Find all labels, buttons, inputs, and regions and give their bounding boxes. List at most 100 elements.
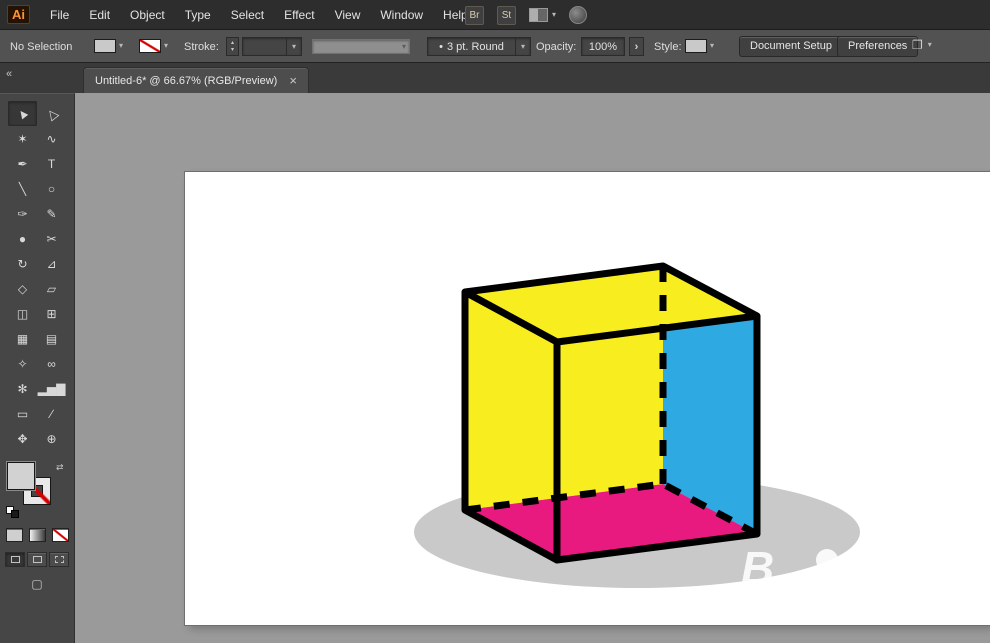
menu-file[interactable]: File bbox=[40, 0, 79, 30]
stroke-weight-dropdown[interactable]: ▾ bbox=[242, 37, 302, 56]
collapse-panel-icon[interactable]: « bbox=[6, 68, 12, 80]
stroke-label: Stroke: bbox=[184, 41, 219, 53]
paintbrush-tool[interactable]: ✑ bbox=[8, 201, 37, 226]
opacity-label: Opacity: bbox=[536, 41, 577, 53]
screen-mode-button[interactable]: ▢ bbox=[24, 576, 50, 592]
free-transform-tool[interactable]: ▱ bbox=[37, 276, 66, 301]
preferences-button[interactable]: Preferences bbox=[837, 36, 919, 57]
shape-builder-tool[interactable]: ◫ bbox=[8, 301, 37, 326]
lasso-tool[interactable]: ∿ bbox=[37, 126, 66, 151]
menu-view[interactable]: View bbox=[325, 0, 371, 30]
swap-fill-stroke-icon[interactable]: ⇄ bbox=[56, 462, 64, 473]
opacity-flyout-button[interactable]: › bbox=[629, 37, 644, 56]
default-fill-stroke-icon[interactable] bbox=[6, 506, 22, 520]
stepper-up-icon[interactable]: ▴ bbox=[231, 40, 234, 47]
rotate-tool[interactable]: ↻ bbox=[8, 251, 37, 276]
style-control[interactable]: ▾ bbox=[685, 39, 714, 53]
perspective-grid-tool[interactable]: ⊞ bbox=[37, 301, 66, 326]
chevron-down-icon[interactable]: ▾ bbox=[164, 42, 168, 50]
ellipse-tool[interactable]: ○ bbox=[37, 176, 66, 201]
stepper-down-icon[interactable]: ▾ bbox=[231, 47, 234, 54]
menu-select[interactable]: Select bbox=[221, 0, 274, 30]
menu-object[interactable]: Object bbox=[120, 0, 175, 30]
none-slash-icon bbox=[140, 40, 160, 52]
slice-tool[interactable]: ∕ bbox=[37, 401, 66, 426]
gradient-tool[interactable]: ▤ bbox=[37, 326, 66, 351]
mesh-tool[interactable]: ▦ bbox=[8, 326, 37, 351]
symbol-sprayer-tool-icon: ✻ bbox=[17, 381, 28, 396]
menu-window[interactable]: Window bbox=[370, 0, 433, 30]
opacity-field[interactable]: 100% bbox=[581, 37, 625, 56]
slice-tool-icon: ∕ bbox=[50, 406, 53, 421]
fill-swatch[interactable] bbox=[94, 39, 116, 53]
document-setup-button[interactable]: Document Setup bbox=[739, 36, 843, 57]
workspace-switcher[interactable]: ▾ bbox=[529, 8, 556, 22]
eyedropper-tool[interactable]: ✧ bbox=[8, 351, 37, 376]
draw-normal-button[interactable] bbox=[5, 552, 25, 567]
artboard[interactable]: B bbox=[185, 172, 990, 625]
fill-color-control[interactable]: ▾ bbox=[94, 39, 123, 53]
fill-indicator[interactable] bbox=[7, 462, 35, 490]
zoom-tool-icon: ⊕ bbox=[46, 431, 57, 446]
chevron-down-icon[interactable]: ▾ bbox=[119, 42, 123, 50]
bridge-icon[interactable]: Br bbox=[465, 5, 484, 25]
arrange-documents-control[interactable]: ❐ ▾ bbox=[912, 38, 932, 52]
none-button[interactable] bbox=[52, 528, 69, 542]
column-graph-tool[interactable]: ▂▅▇ bbox=[37, 376, 66, 401]
artboard-tool[interactable]: ▭ bbox=[8, 401, 37, 426]
none-slash-icon bbox=[53, 529, 68, 541]
menu-edit[interactable]: Edit bbox=[79, 0, 120, 30]
gradient-button[interactable] bbox=[29, 528, 46, 542]
width-tool-icon: ◇ bbox=[17, 281, 28, 296]
chevron-down-icon[interactable]: ▾ bbox=[710, 42, 714, 50]
selection-status: No Selection bbox=[10, 41, 73, 53]
rotate-tool-icon: ↻ bbox=[17, 256, 28, 271]
tools-panel: ▲ △ ✶ ∿ ✒ T ╲ ○ ✑ ✎ ● ✂ ↻ ⊿ ◇ ▱ ◫ ⊞ ▦ ▤ ✧ ∞ ✻ ▂▅▇ ▭ ∕ ✥ ⊕ ⇄ ▢ bbox=[0, 93, 75, 643]
cs-live-icon[interactable] bbox=[569, 6, 588, 24]
eyedropper-tool-icon: ✧ bbox=[17, 356, 28, 371]
pencil-tool[interactable]: ✎ bbox=[37, 201, 66, 226]
brush-dropdown[interactable]: • 3 pt. Round ▾ bbox=[427, 37, 531, 56]
stock-icon[interactable]: St bbox=[497, 5, 516, 25]
document-tab[interactable]: Untitled-6* @ 66.67% (RGB/Preview) × bbox=[83, 67, 309, 93]
draw-behind-icon bbox=[32, 556, 42, 563]
draw-inside-button[interactable] bbox=[49, 552, 69, 567]
width-tool[interactable]: ◇ bbox=[8, 276, 37, 301]
panel-icon: ❐ bbox=[912, 38, 923, 52]
line-segment-tool[interactable]: ╲ bbox=[8, 176, 37, 201]
chevron-down-icon: ▾ bbox=[401, 41, 406, 51]
scale-tool[interactable]: ⊿ bbox=[37, 251, 66, 276]
watermark-text: B bbox=[741, 542, 774, 594]
selection-tool[interactable]: ▲ bbox=[8, 101, 37, 126]
blend-tool[interactable]: ∞ bbox=[37, 351, 66, 376]
gradient-tool-icon: ▤ bbox=[45, 331, 58, 346]
watermark-blob bbox=[851, 561, 867, 577]
menu-effect[interactable]: Effect bbox=[274, 0, 324, 30]
stroke-none-swatch[interactable] bbox=[139, 39, 161, 53]
hand-tool[interactable]: ✥ bbox=[8, 426, 37, 451]
illustrator-window: Ai File Edit Object Type Select Effect View Win… bbox=[0, 0, 990, 643]
column-graph-tool-icon: ▂▅▇ bbox=[37, 381, 66, 396]
document-tab-bar: « Untitled-6* @ 66.67% (RGB/Preview) × bbox=[0, 63, 990, 93]
blob-brush-tool[interactable]: ● bbox=[8, 226, 37, 251]
menu-type[interactable]: Type bbox=[175, 0, 221, 30]
style-swatch[interactable] bbox=[685, 39, 707, 53]
chevron-down-icon: ▾ bbox=[291, 41, 296, 51]
stroke-weight-stepper[interactable]: ▴ ▾ bbox=[226, 37, 239, 56]
symbol-sprayer-tool[interactable]: ✻ bbox=[8, 376, 37, 401]
direct-selection-tool[interactable]: △ bbox=[37, 101, 66, 126]
pen-tool-icon: ✒ bbox=[17, 156, 28, 171]
canvas-area[interactable]: B bbox=[75, 93, 990, 643]
type-tool[interactable]: T bbox=[37, 151, 66, 176]
magic-wand-tool[interactable]: ✶ bbox=[8, 126, 37, 151]
close-icon[interactable]: × bbox=[289, 74, 297, 87]
scissors-tool-icon: ✂ bbox=[46, 231, 57, 246]
mesh-tool-icon: ▦ bbox=[16, 331, 29, 346]
draw-behind-button[interactable] bbox=[27, 552, 47, 567]
pen-tool[interactable]: ✒ bbox=[8, 151, 37, 176]
scissors-tool[interactable]: ✂ bbox=[37, 226, 66, 251]
zoom-tool[interactable]: ⊕ bbox=[37, 426, 66, 451]
stroke-color-control[interactable]: ▾ bbox=[139, 39, 168, 53]
color-button[interactable] bbox=[6, 528, 23, 542]
free-transform-tool-icon: ▱ bbox=[46, 281, 57, 296]
